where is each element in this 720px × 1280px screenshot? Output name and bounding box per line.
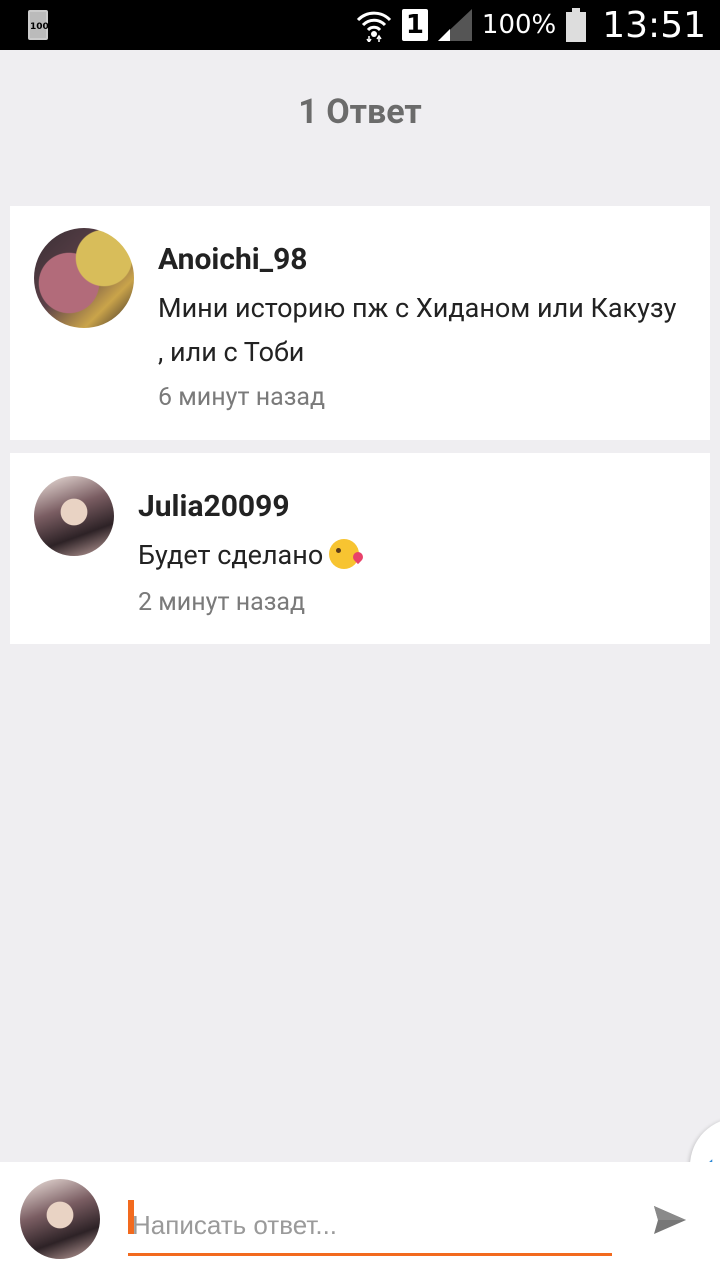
wifi-icon xyxy=(356,11,391,42)
comment-text: Будет сделано xyxy=(138,533,658,577)
text-cursor xyxy=(128,1200,134,1234)
reply-input[interactable] xyxy=(128,1198,612,1256)
comment-card: Anoichi_98 Мини историю пж с Хиданом или… xyxy=(10,206,710,440)
comment-card: Julia20099 Будет сделано 2 минут назад xyxy=(10,453,710,644)
comment-timestamp: 2 минут назад xyxy=(138,588,306,617)
avatar[interactable] xyxy=(34,228,134,328)
status-icons: 1 100% 13:51 xyxy=(356,0,706,50)
send-icon[interactable] xyxy=(650,1200,690,1240)
comment-text: Мини историю пж с Хиданом или Какузу , и… xyxy=(158,292,677,368)
battery-saver-icon: 100 xyxy=(28,10,49,40)
page-title: 1 Ответ xyxy=(298,92,422,132)
status-bar: 100 1 100% 13:51 xyxy=(0,0,720,50)
signal-icon xyxy=(437,9,472,41)
sim-icon: 1 xyxy=(401,9,428,41)
clock: 13:51 xyxy=(602,4,706,46)
avatar[interactable] xyxy=(34,476,114,556)
kissing-face-emoji-icon xyxy=(329,539,360,569)
comment-username[interactable]: Julia20099 xyxy=(138,489,290,524)
comment-text-body: Будет сделано xyxy=(138,539,324,571)
comment-timestamp: 6 минут назад xyxy=(158,383,326,412)
avatar xyxy=(20,1179,100,1259)
reply-bar xyxy=(0,1162,720,1280)
battery-icon xyxy=(566,8,587,42)
comment-username[interactable]: Anoichi_98 xyxy=(158,242,308,277)
battery-percent: 100% xyxy=(481,10,557,40)
